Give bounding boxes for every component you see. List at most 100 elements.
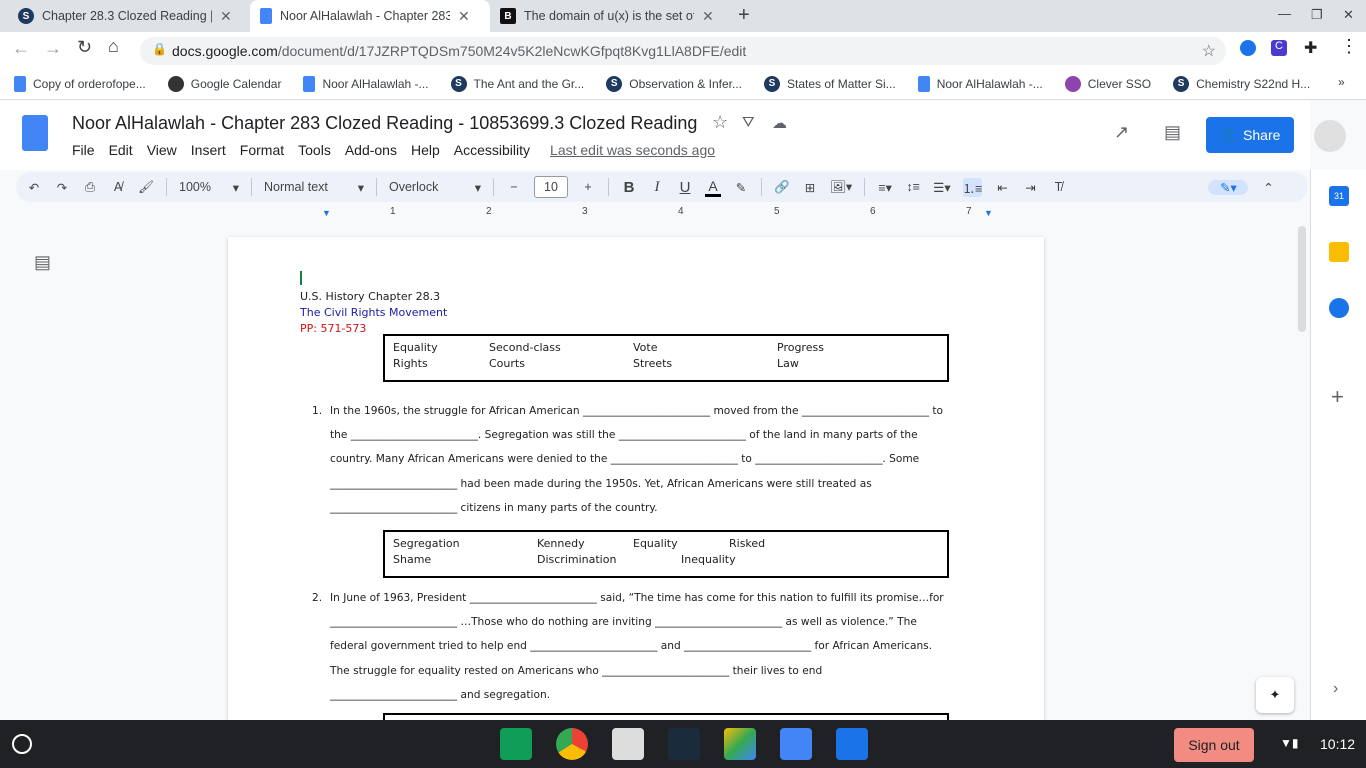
sign-out-button[interactable]: Sign out	[1174, 728, 1254, 762]
close-icon[interactable]: ✕	[458, 8, 470, 25]
calendar-icon[interactable]: 31	[1329, 186, 1349, 206]
zoom-select[interactable]: 100% ▾	[179, 180, 239, 195]
wifi-icon[interactable]: ▼▮	[1280, 736, 1298, 750]
bold-icon[interactable]: B	[621, 179, 637, 196]
close-icon[interactable]: ✕	[702, 8, 714, 25]
style-select[interactable]: Normal text ▾	[264, 180, 364, 195]
kindle-app-icon[interactable]	[668, 728, 700, 760]
bookmark[interactable]: S The Ant and the Gr...	[450, 75, 585, 92]
comments-icon[interactable]: ▤	[1164, 122, 1181, 143]
minimize-icon[interactable]: —	[1278, 6, 1291, 21]
text-color-icon[interactable]: A	[705, 178, 721, 197]
add-addon-icon[interactable]: +	[1331, 384, 1344, 410]
tab-chapter-reading[interactable]: S Chapter 28.3 Clozed Reading | S ✕	[8, 0, 250, 32]
extension-c-icon[interactable]: C	[1271, 40, 1287, 56]
spellcheck-icon[interactable]: A̸	[110, 180, 126, 194]
decrease-indent-icon[interactable]: ⇤	[994, 180, 1010, 195]
close-icon[interactable]: ✕	[220, 8, 232, 25]
redo-icon[interactable]: ↷	[54, 180, 70, 195]
more-bookmarks-icon[interactable]: »	[1338, 75, 1345, 89]
menu-tools[interactable]: Tools	[298, 142, 331, 158]
underline-icon[interactable]: U	[677, 179, 693, 196]
menu-help[interactable]: Help	[411, 142, 440, 158]
move-icon[interactable]: ⛛	[742, 114, 755, 131]
clock[interactable]: 10:12	[1320, 736, 1355, 752]
close-window-icon[interactable]: ✕	[1343, 7, 1354, 23]
url-input[interactable]: 🔒 docs.google.com/document/d/17JZRPTQDSm7…	[140, 37, 1226, 65]
highlight-icon[interactable]: ✎	[733, 180, 749, 195]
numbered-list-icon[interactable]: ⒈≡	[962, 177, 983, 197]
sheets-app-icon[interactable]	[500, 728, 532, 760]
classroom-app-icon[interactable]	[836, 728, 868, 760]
outline-icon[interactable]: ▤	[34, 252, 51, 273]
avatar[interactable]	[1314, 120, 1346, 152]
launcher-icon[interactable]	[12, 734, 32, 754]
activity-trend-icon[interactable]: ↗	[1114, 122, 1129, 143]
tab-domain[interactable]: B The domain of u(x) is the set of a ✕	[490, 0, 730, 32]
font-select[interactable]: Overlock ▾	[389, 180, 481, 195]
link-icon[interactable]: 🔗	[774, 180, 790, 195]
menu-insert[interactable]: Insert	[191, 142, 226, 158]
reload-icon[interactable]: ↻	[77, 37, 92, 58]
ruler[interactable]: 1 2 3 4 5 6 7 ▼ ▼	[228, 206, 1044, 220]
bookmark[interactable]: Noor AlHalawlah -...	[917, 75, 1043, 92]
comment-add-icon[interactable]: ⊞	[802, 180, 818, 195]
undo-icon[interactable]: ↶	[26, 180, 42, 195]
bookmark[interactable]: S States of Matter Si...	[764, 75, 896, 92]
line-spacing-icon[interactable]: ↕≡	[905, 180, 921, 194]
forward-icon[interactable]: →	[44, 38, 62, 59]
menu-edit[interactable]: Edit	[109, 142, 133, 158]
expand-panel-icon[interactable]: ›	[1333, 680, 1338, 698]
increase-font-icon[interactable]: +	[580, 180, 596, 194]
print-icon[interactable]: ⎙	[82, 180, 98, 195]
keep-icon[interactable]	[1329, 242, 1349, 262]
clear-formatting-icon[interactable]: T̸	[1050, 180, 1066, 194]
bookmark[interactable]: Noor AlHalawlah -...	[303, 75, 429, 92]
editing-mode-icon[interactable]: ✎▾	[1208, 179, 1249, 195]
left-indent-marker-icon[interactable]: ▼	[322, 208, 331, 218]
star-icon[interactable]: ☆	[712, 112, 728, 133]
menu-addons[interactable]: Add-ons	[345, 142, 397, 158]
menu-view[interactable]: View	[147, 142, 177, 158]
back-icon[interactable]: ←	[12, 38, 30, 59]
menu-format[interactable]: Format	[240, 142, 284, 158]
align-icon[interactable]: ≡▾	[877, 180, 893, 195]
tab-noor-doc[interactable]: Noor AlHalawlah - Chapter 283 C ✕	[250, 0, 490, 32]
document-page[interactable]: U.S. History Chapter 28.3 The Civil Righ…	[228, 237, 1044, 743]
increase-indent-icon[interactable]: ⇥	[1022, 180, 1038, 195]
italic-icon[interactable]: I	[649, 179, 665, 196]
docs-app-icon[interactable]	[780, 728, 812, 760]
bookmark[interactable]: S Chemistry S22nd H...	[1173, 75, 1310, 92]
menu-accessibility[interactable]: Accessibility	[454, 142, 530, 158]
tasks-icon[interactable]	[1329, 298, 1349, 318]
share-button[interactable]: 👤 Share	[1206, 117, 1294, 153]
right-indent-marker-icon[interactable]: ▼	[984, 208, 993, 218]
bookmark[interactable]: Copy of orderofope...	[14, 75, 146, 92]
bookmark-star-icon[interactable]: ☆	[1202, 41, 1216, 61]
image-icon[interactable]: 🖼▾	[830, 179, 852, 195]
scrollbar[interactable]	[1298, 226, 1306, 332]
bookmark-label: The Ant and the Gr...	[473, 76, 585, 91]
menu-icon[interactable]: ⋮	[1340, 36, 1358, 57]
font-size-input[interactable]: 10	[534, 176, 568, 198]
collapse-icon[interactable]: ⌃	[1260, 180, 1276, 195]
bookmark[interactable]: Google Calendar	[167, 75, 281, 92]
home-icon[interactable]: ⌂	[108, 36, 119, 57]
docs-logo-icon[interactable]	[22, 115, 48, 151]
decrease-font-icon[interactable]: −	[506, 180, 522, 194]
menu-file[interactable]: File	[72, 142, 95, 158]
restore-icon[interactable]: ❐	[1311, 7, 1323, 23]
new-tab-icon[interactable]: +	[738, 4, 750, 27]
drive-app-icon[interactable]	[724, 728, 756, 760]
extensions-puzzle-icon[interactable]: ✚	[1304, 38, 1317, 58]
explore-icon[interactable]: ✦	[1256, 677, 1294, 713]
bookmark[interactable]: S Observation & Infer...	[606, 75, 742, 92]
extension-shield-icon[interactable]	[1240, 40, 1256, 56]
checklist-icon[interactable]: ☰▾	[933, 180, 950, 195]
paint-format-icon[interactable]: 🖌	[138, 180, 154, 195]
document-title[interactable]: Noor AlHalawlah - Chapter 283 Clozed Rea…	[72, 113, 697, 134]
calculator-app-icon[interactable]	[612, 728, 644, 760]
last-edit-link[interactable]: Last edit was seconds ago	[550, 142, 715, 158]
bookmark[interactable]: Clever SSO	[1064, 75, 1151, 92]
chrome-app-icon[interactable]	[556, 728, 588, 760]
